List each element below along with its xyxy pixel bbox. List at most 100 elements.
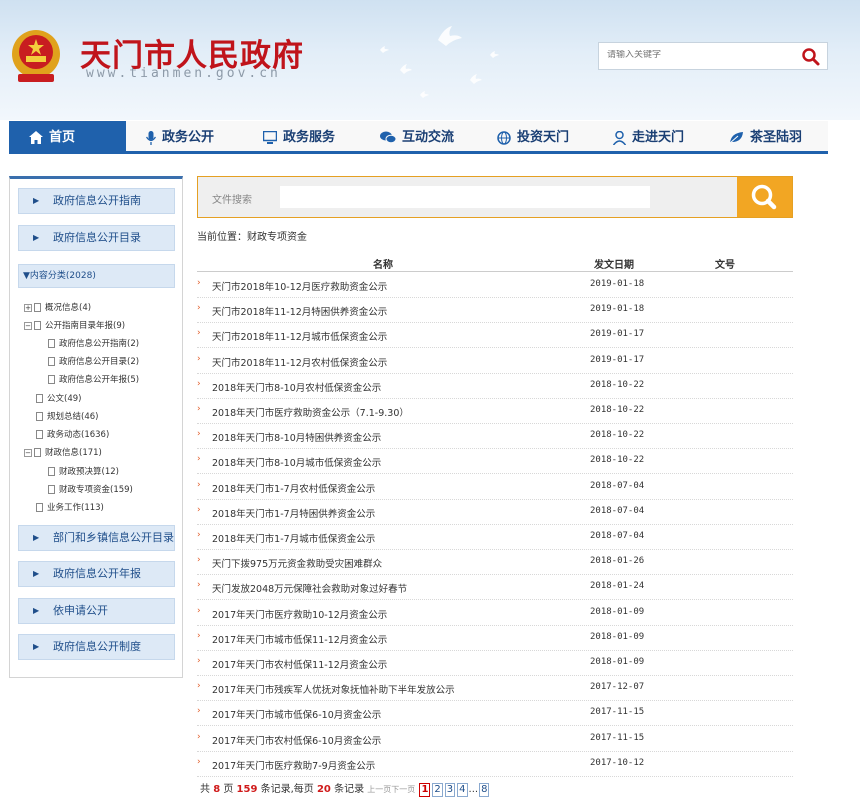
row-title[interactable]: 天门市2018年11-12月特困供养资金公示	[212, 304, 387, 318]
row-title[interactable]: 2017年天门市医疗救助10-12月资金公示	[212, 607, 387, 621]
table-row[interactable]: › 2017年天门市城市低保11-12月资金公示 2018-01-09	[197, 626, 793, 651]
site-search-input[interactable]	[607, 50, 787, 60]
arrow-right-icon: ›	[197, 731, 201, 742]
tree-item[interactable]: 公文(49)	[36, 392, 81, 406]
nav-services-label: 政务服务	[283, 130, 336, 145]
caret-right-icon: ▶	[33, 642, 40, 651]
table-row[interactable]: › 2017年天门市医疗救助10-12月资金公示 2018-01-09	[197, 601, 793, 626]
row-title[interactable]: 天门发放2048万元保障社会救助对象过好春节	[212, 581, 407, 595]
sidebar-category[interactable]: ▼内容分类(2028)	[18, 264, 175, 288]
arrow-right-icon: ›	[197, 328, 201, 339]
tree-item[interactable]: 规划总结(46)	[36, 410, 98, 424]
nav-about[interactable]: 走进天门	[613, 121, 713, 154]
document-icon	[34, 321, 41, 330]
row-title[interactable]: 2017年天门市残疾军人优抚对象抚恤补助下半年发放公示	[212, 682, 455, 696]
row-title[interactable]: 2018年天门市8-10月城市低保资金公示	[212, 455, 381, 469]
table-row[interactable]: › 2018年天门市8-10月特困供养资金公示 2018-10-22	[197, 424, 793, 450]
table-row[interactable]: › 2018年天门市1-7月农村低保资金公示 2018-07-04	[197, 475, 793, 500]
doves-decoration	[380, 26, 499, 98]
row-title[interactable]: 2018年天门市医疗救助资金公示（7.1-9.30）	[212, 405, 409, 419]
pager-page-link[interactable]: 3	[444, 783, 456, 797]
chat-icon	[380, 131, 396, 144]
document-icon	[36, 503, 43, 512]
pager-page-link[interactable]: 4	[457, 783, 468, 797]
pager-page-link[interactable]: 1	[419, 783, 431, 797]
sidebar-request[interactable]: ▶ 依申请公开	[18, 598, 175, 624]
tree-item[interactable]: 政务动态(1636)	[36, 428, 109, 442]
table-row[interactable]: › 天门发放2048万元保障社会救助对象过好春节 2018-01-24	[197, 575, 793, 601]
pager-ellipsis: ...	[468, 784, 479, 795]
sidebar-annual-report[interactable]: ▶ 政府信息公开年报	[18, 561, 175, 587]
row-title[interactable]: 2018年天门市8-10月特困供养资金公示	[212, 430, 381, 444]
caret-right-icon: ▶	[33, 606, 40, 615]
row-title[interactable]: 天门市2018年10-12月医疗救助资金公示	[212, 279, 387, 293]
row-title[interactable]: 天门市2018年11-12月农村低保资金公示	[212, 355, 387, 369]
sidebar-catalog[interactable]: ▶ 政府信息公开目录	[18, 225, 175, 251]
collapse-icon[interactable]: −	[24, 448, 32, 457]
arrow-right-icon: ›	[197, 278, 201, 288]
document-icon	[48, 375, 55, 384]
table-row[interactable]: › 天门市2018年11-12月城市低保资金公示 2019-01-17	[197, 323, 793, 349]
tree-item[interactable]: 财政专项资金(159)	[48, 483, 133, 497]
row-title[interactable]: 2017年天门市城市低保6-10月资金公示	[212, 707, 381, 721]
table-row[interactable]: › 天门下拨975万元资金救助受灾困难群众 2018-01-26	[197, 550, 793, 576]
row-title[interactable]: 2017年天门市医疗救助7-9月资金公示	[212, 758, 375, 772]
pager-record-count: 159	[236, 784, 258, 795]
tree-item-label: 概况信息(4)	[45, 303, 92, 313]
tree-item[interactable]: 业务工作(113)	[36, 501, 104, 515]
table-row[interactable]: › 天门市2018年10-12月医疗救助资金公示 2019-01-18	[197, 273, 793, 298]
document-icon	[34, 303, 41, 312]
table-row[interactable]: › 2018年天门市医疗救助资金公示（7.1-9.30） 2018-10-22	[197, 399, 793, 424]
nav-services[interactable]: 政务服务	[263, 121, 363, 154]
tree-item[interactable]: + 概况信息(4)	[24, 301, 91, 315]
nav-home[interactable]: 首页	[9, 121, 126, 154]
tree-item-label: 公开指南目录年报(9)	[45, 321, 126, 331]
table-row[interactable]: › 2017年天门市残疾军人优抚对象抚恤补助下半年发放公示 2017-12-07	[197, 676, 793, 702]
row-title[interactable]: 2017年天门市城市低保11-12月资金公示	[212, 632, 387, 646]
row-title[interactable]: 2018年天门市1-7月农村低保资金公示	[212, 481, 375, 495]
row-title[interactable]: 2018年天门市1-7月特困供养资金公示	[212, 506, 375, 520]
nav-government-affairs[interactable]: 政务公开	[146, 121, 246, 154]
tree-item[interactable]: − 财政信息(171)	[24, 446, 102, 460]
table-row[interactable]: › 2017年天门市医疗救助7-9月资金公示 2017-10-12	[197, 752, 793, 777]
table-row[interactable]: › 天门市2018年11-12月特困供养资金公示 2019-01-18	[197, 298, 793, 324]
file-search-input[interactable]	[280, 186, 650, 208]
row-title[interactable]: 2017年天门市农村低保11-12月资金公示	[212, 657, 387, 671]
tree-item[interactable]: 政府信息公开目录(2)	[48, 355, 139, 369]
collapse-icon[interactable]: −	[24, 321, 32, 330]
arrow-right-icon: ›	[197, 378, 201, 389]
row-title[interactable]: 天门市2018年11-12月城市低保资金公示	[212, 329, 387, 343]
tree-item[interactable]: 政府信息公开指南(2)	[48, 337, 139, 351]
pager-page-link[interactable]: 2	[432, 783, 443, 797]
table-row[interactable]: › 天门市2018年11-12月农村低保资金公示 2019-01-17	[197, 349, 793, 374]
sidebar-guide[interactable]: ▶ 政府信息公开指南	[18, 188, 175, 214]
tree-item[interactable]: 财政预决算(12)	[48, 465, 119, 479]
row-title[interactable]: 2018年天门市1-7月城市低保资金公示	[212, 531, 375, 545]
table-row[interactable]: › 2018年天门市8-10月城市低保资金公示 2018-10-22	[197, 449, 793, 475]
table-row[interactable]: › 2018年天门市1-7月城市低保资金公示 2018-07-04	[197, 525, 793, 550]
nav-luyu[interactable]: 茶圣陆羽	[729, 121, 828, 154]
tree-item[interactable]: 政府信息公开年报(5)	[48, 373, 139, 387]
table-row[interactable]: › 2018年天门市8-10月农村低保资金公示 2018-10-22	[197, 374, 793, 399]
table-row[interactable]: › 2017年天门市农村低保11-12月资金公示 2018-01-09	[197, 651, 793, 676]
document-icon	[48, 485, 55, 494]
pager-prev[interactable]: 上一页	[367, 785, 391, 794]
pager-last-link[interactable]: 8	[479, 783, 490, 797]
row-date: 2017-12-07	[590, 682, 645, 693]
file-search-button[interactable]	[737, 177, 792, 217]
pager-per-page: 20	[316, 784, 331, 795]
table-row[interactable]: › 2017年天门市农村低保6-10月资金公示 2017-11-15	[197, 727, 793, 752]
row-title[interactable]: 2017年天门市农村低保6-10月资金公示	[212, 733, 381, 747]
nav-interaction[interactable]: 互动交流	[380, 121, 480, 154]
sidebar-rules[interactable]: ▶ 政府信息公开制度	[18, 634, 175, 660]
row-title[interactable]: 2018年天门市8-10月农村低保资金公示	[212, 380, 381, 394]
table-row[interactable]: › 2018年天门市1-7月特困供养资金公示 2018-07-04	[197, 500, 793, 525]
table-row[interactable]: › 2017年天门市城市低保6-10月资金公示 2017-11-15	[197, 701, 793, 727]
search-icon[interactable]	[801, 47, 821, 67]
row-title[interactable]: 天门下拨975万元资金救助受灾困难群众	[212, 556, 382, 570]
sidebar-department-catalog[interactable]: ▶ 部门和乡镇信息公开目录	[18, 525, 175, 551]
pager-next[interactable]: 下一页	[391, 785, 415, 794]
expand-icon[interactable]: +	[24, 303, 32, 312]
tree-item[interactable]: − 公开指南目录年报(9)	[24, 319, 125, 333]
nav-invest[interactable]: 投资天门	[497, 121, 597, 154]
